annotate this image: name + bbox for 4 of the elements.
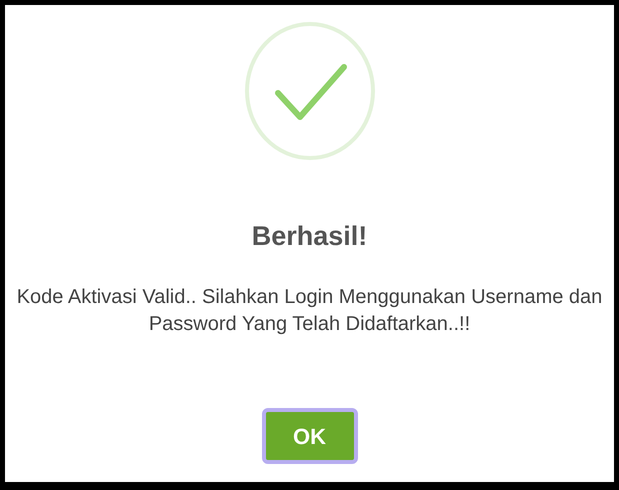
dialog-title: Berhasil! bbox=[252, 223, 368, 250]
checkmark-icon bbox=[244, 21, 376, 161]
ok-button[interactable]: OK bbox=[262, 408, 358, 464]
dialog-message: Kode Aktivasi Valid.. Silahkan Login Menggunakan Username dan Password Yang Telah Didaftarkan..!! bbox=[16, 285, 604, 337]
